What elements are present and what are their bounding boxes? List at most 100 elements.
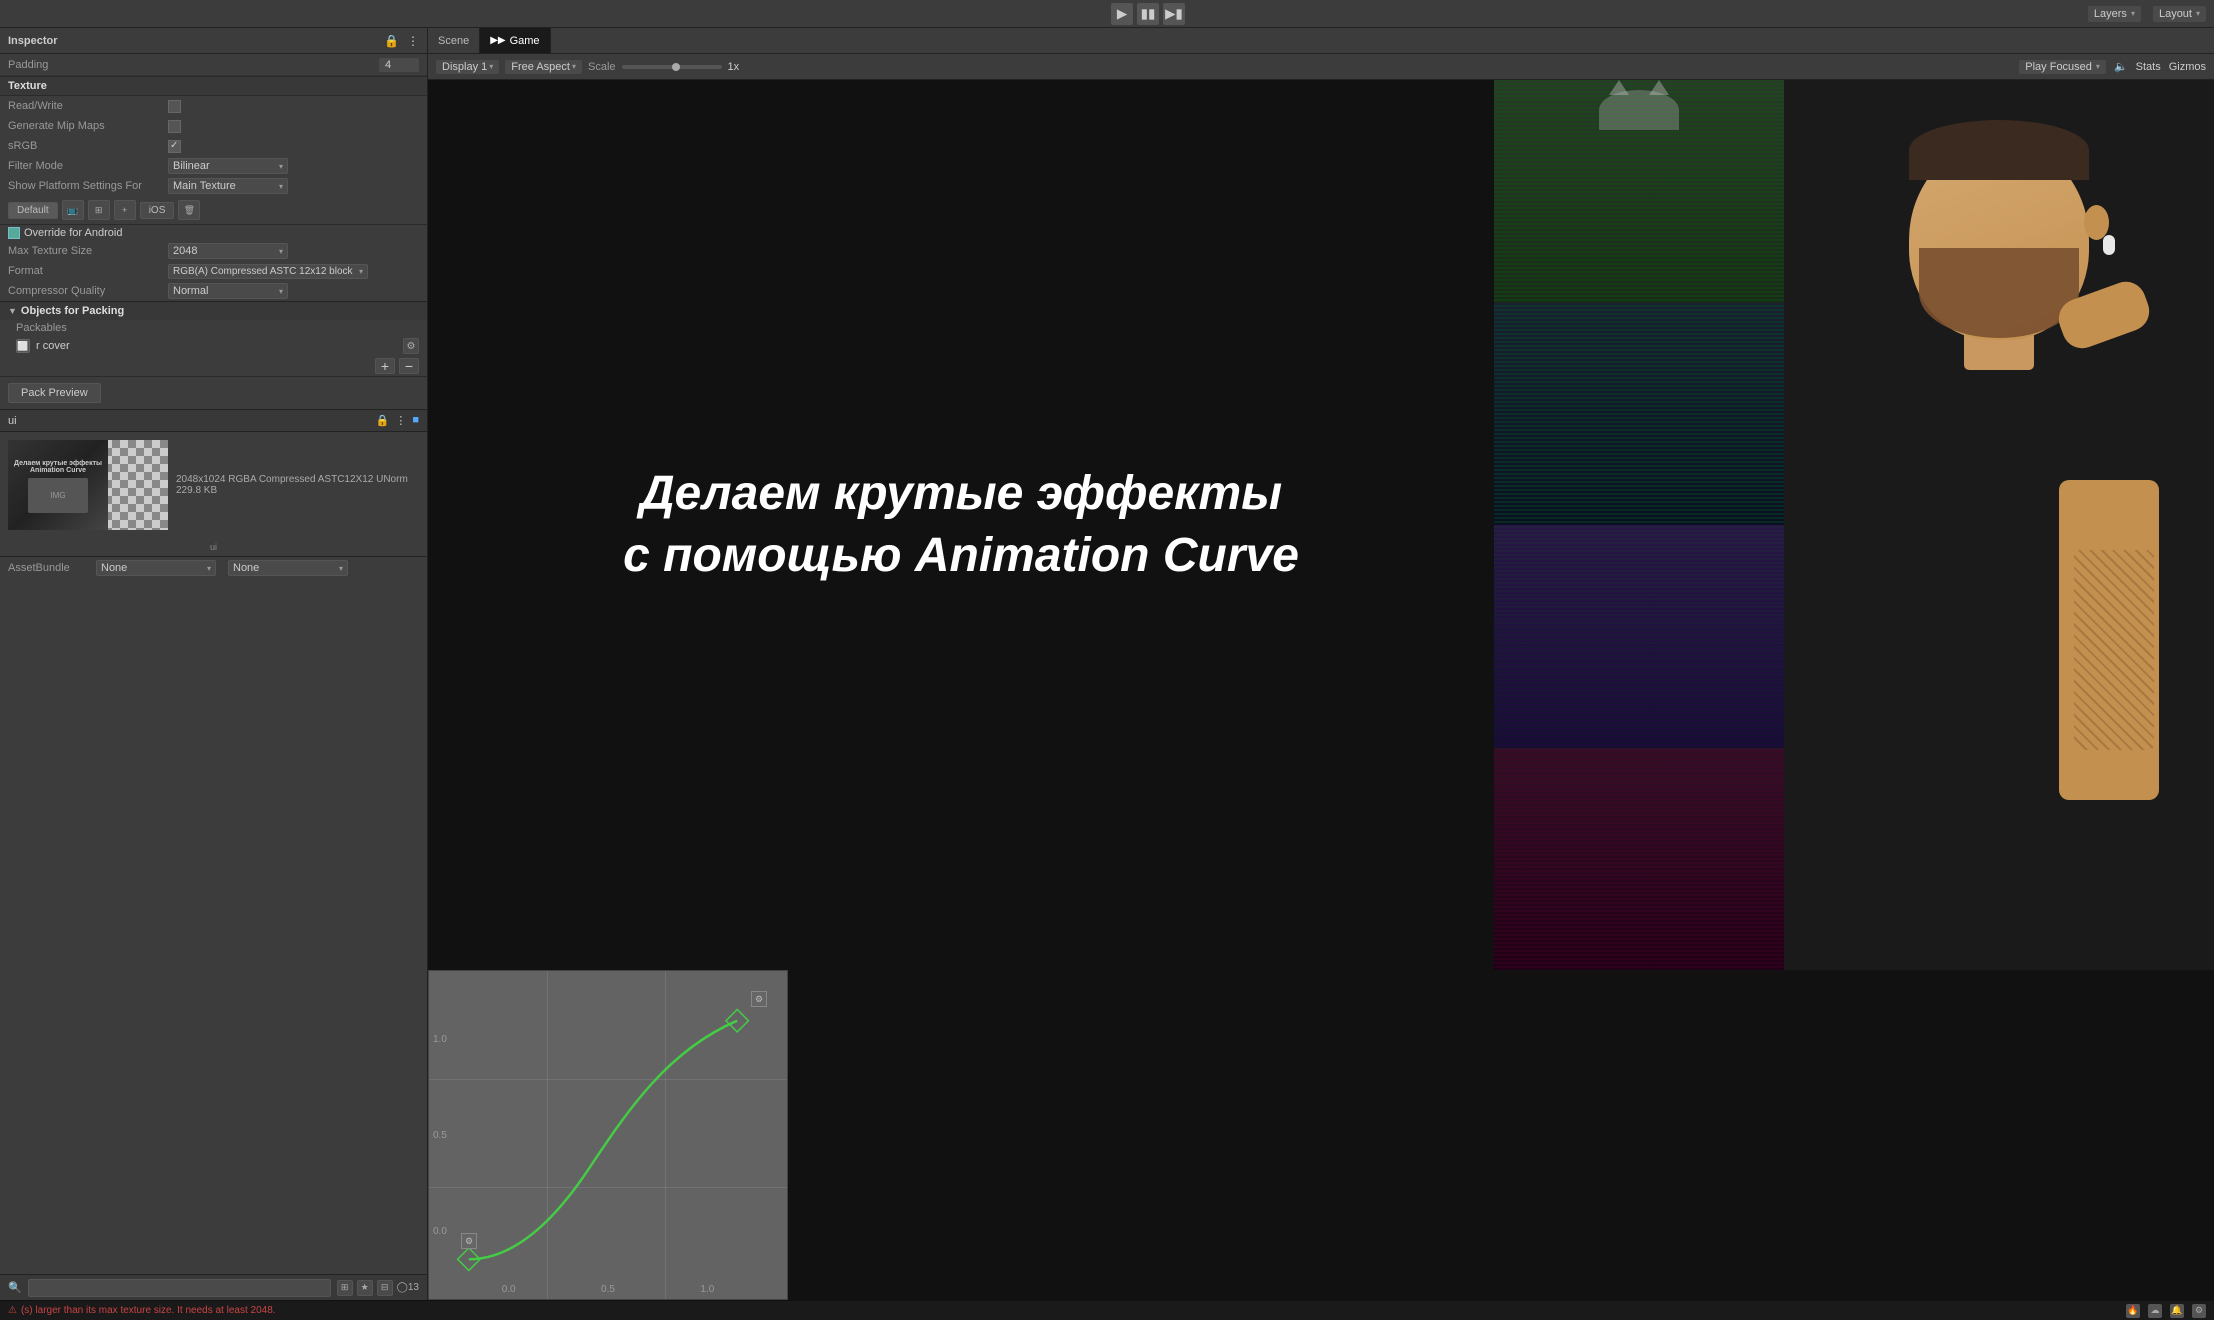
compressor-dropdown[interactable]: Normal ▾ (168, 283, 288, 299)
format-chevron: ▾ (359, 267, 363, 276)
cat-strip (1494, 80, 1784, 970)
russian-line1: Делаем крутые эффекты (623, 463, 1299, 525)
curve-settings-icon-2[interactable]: ⚙ (751, 991, 767, 1007)
animation-curve-panel[interactable]: ⚙ ⚙ 0.0 0.5 1.0 1.0 0.5 0.0 (428, 970, 788, 1300)
cat-image-3 (1494, 525, 1784, 748)
packables-label: Packables (16, 322, 67, 334)
max-texture-size-row: Max Texture Size 2048 ▾ (0, 241, 427, 261)
game-toolbar-right: Play Focused ▾ 🔈 Stats Gizmos (2019, 60, 2206, 74)
more-icon[interactable]: ⋮ (407, 34, 419, 48)
free-aspect-dropdown[interactable]: Free Aspect ▾ (505, 60, 582, 74)
mute-icon[interactable]: 🔈 (2114, 60, 2128, 73)
platform-tab-settings[interactable]: ⊞ (88, 200, 110, 220)
status-icon-4[interactable]: ⚙ (2192, 1304, 2206, 1318)
remove-button[interactable]: − (399, 358, 419, 374)
game-toolbar: Display 1 ▾ Free Aspect ▾ Scale 1x Play … (428, 54, 2214, 80)
read-write-checkbox[interactable] (168, 100, 181, 113)
scene-tab-label: Scene (438, 35, 469, 47)
texture-section-header: Texture (0, 76, 427, 96)
x-label-1: 0.0 (502, 1284, 516, 1295)
grid-icon[interactable]: ⊞ (337, 1280, 353, 1296)
stats-label[interactable]: Stats (2136, 61, 2161, 73)
top-bar-right: Layers ▾ Layout ▾ (2088, 6, 2206, 22)
generate-mip-checkbox[interactable] (168, 120, 181, 133)
tabs-bar: Scene ▶▶ Game (428, 28, 2214, 54)
layers-label: Layers (2094, 8, 2127, 20)
show-platform-dropdown[interactable]: Main Texture ▾ (168, 178, 288, 194)
filter-icon[interactable]: ⊟ (377, 1280, 393, 1296)
texture-extra-info: ui (0, 538, 427, 556)
game-main-area: Делаем крутые эффекты с помощью Animatio… (428, 80, 2214, 970)
scale-slider[interactable] (622, 65, 722, 69)
russian-line2: с помощью Animation Curve (623, 525, 1299, 587)
status-icon-2[interactable]: ☁ (2148, 1304, 2162, 1318)
show-platform-label: Show Platform Settings For (8, 180, 168, 192)
preview-more-icon[interactable]: ⋮ (395, 414, 406, 427)
read-write-row: Read/Write (0, 96, 427, 116)
layout-dropdown[interactable]: Layout ▾ (2153, 6, 2206, 22)
preview-color-icon[interactable]: ■ (412, 414, 419, 427)
play-focused-label: Play Focused (2025, 61, 2092, 73)
filter-mode-dropdown[interactable]: Bilinear ▾ (168, 158, 288, 174)
compressor-chevron: ▾ (279, 287, 283, 296)
max-texture-label: Max Texture Size (8, 245, 168, 257)
game-view: Делаем крутые эффекты с помощью Animatio… (428, 80, 2214, 1300)
platform-tab-monitor[interactable]: 📺 (62, 200, 84, 220)
layout-label: Layout (2159, 8, 2192, 20)
srgb-checkbox[interactable] (168, 140, 181, 153)
inspector-header: Inspector 🔒 ⋮ (0, 28, 427, 54)
asset-bundle-row: AssetBundle None ▾ None ▾ (0, 556, 427, 579)
lock-icon[interactable]: 🔒 (384, 34, 399, 48)
cover-icon: ⬜ (16, 339, 30, 353)
top-bar: ▶ ▮▮ ▶▮ Layers ▾ Layout ▾ (0, 0, 2214, 28)
override-checkbox[interactable] (8, 227, 20, 239)
asset-bundle-dropdown2[interactable]: None ▾ (228, 560, 348, 576)
game-display-dropdown[interactable]: Display 1 ▾ (436, 60, 499, 74)
layers-dropdown[interactable]: Layers ▾ (2088, 6, 2141, 22)
cover-label: r cover (36, 340, 397, 352)
add-button[interactable]: + (375, 358, 395, 374)
padding-value: 4 (379, 58, 419, 72)
center-area: Scene ▶▶ Game Display 1 ▾ Free Aspect ▾ … (428, 28, 2214, 1300)
platform-tab-plus[interactable]: + (114, 200, 136, 220)
game-tab-icon: ▶▶ (490, 35, 505, 46)
compressor-label: Compressor Quality (8, 285, 168, 297)
tab-scene[interactable]: Scene (428, 28, 480, 53)
play-button[interactable]: ▶ (1111, 3, 1133, 25)
format-value: RGB(A) Compressed ASTC 12x12 block (173, 266, 353, 277)
x-label-2: 0.5 (601, 1284, 615, 1295)
pack-preview-button[interactable]: Pack Preview (8, 383, 101, 403)
animation-curve-svg (429, 971, 787, 1299)
step-button[interactable]: ▶▮ (1163, 3, 1185, 25)
status-icon-3[interactable]: 🔔 (2170, 1304, 2184, 1318)
status-bar: ⚠ (s) larger than its max texture size. … (0, 1300, 2214, 1320)
add-remove-row: + − (0, 356, 427, 377)
platform-tab-trash[interactable]: 🗑 (178, 200, 200, 220)
cover-settings-btn[interactable]: ⚙ (403, 338, 419, 354)
objects-header[interactable]: ▼ Objects for Packing (0, 302, 427, 320)
asset-bundle-dropdown1[interactable]: None ▾ (96, 560, 216, 576)
platform-tab-ios[interactable]: iOS (140, 202, 175, 219)
star-icon[interactable]: ★ (357, 1280, 373, 1296)
pause-button[interactable]: ▮▮ (1137, 3, 1159, 25)
preview-lock-icon[interactable]: 🔒 (376, 414, 390, 427)
override-row: Override for Android (0, 225, 427, 241)
format-dropdown[interactable]: RGB(A) Compressed ASTC 12x12 block ▾ (168, 264, 368, 279)
gizmos-label[interactable]: Gizmos (2169, 61, 2206, 73)
scale-control: Scale 1x (588, 61, 739, 73)
error-icon: ⚠ (8, 1305, 17, 1316)
max-texture-dropdown[interactable]: 2048 ▾ (168, 243, 288, 259)
curve-settings-icon-1[interactable]: ⚙ (461, 1233, 477, 1249)
y-label-2: 0.5 (433, 1130, 447, 1141)
tab-game[interactable]: ▶▶ Game (480, 28, 550, 53)
search-input[interactable] (28, 1279, 331, 1297)
filter-mode-chevron: ▾ (279, 162, 283, 171)
filter-mode-label: Filter Mode (8, 160, 168, 172)
platform-tabs: Default 📺 ⊞ + iOS 🗑 (0, 196, 427, 225)
asset-bundle-value2: None (233, 562, 259, 574)
format-row: Format RGB(A) Compressed ASTC 12x12 bloc… (0, 261, 427, 281)
game-russian-text: Делаем крутые эффекты с помощью Animatio… (623, 463, 1299, 588)
status-icon-1[interactable]: 🔥 (2126, 1304, 2140, 1318)
play-focused-button[interactable]: Play Focused ▾ (2019, 60, 2106, 74)
platform-tab-default[interactable]: Default (8, 202, 58, 219)
